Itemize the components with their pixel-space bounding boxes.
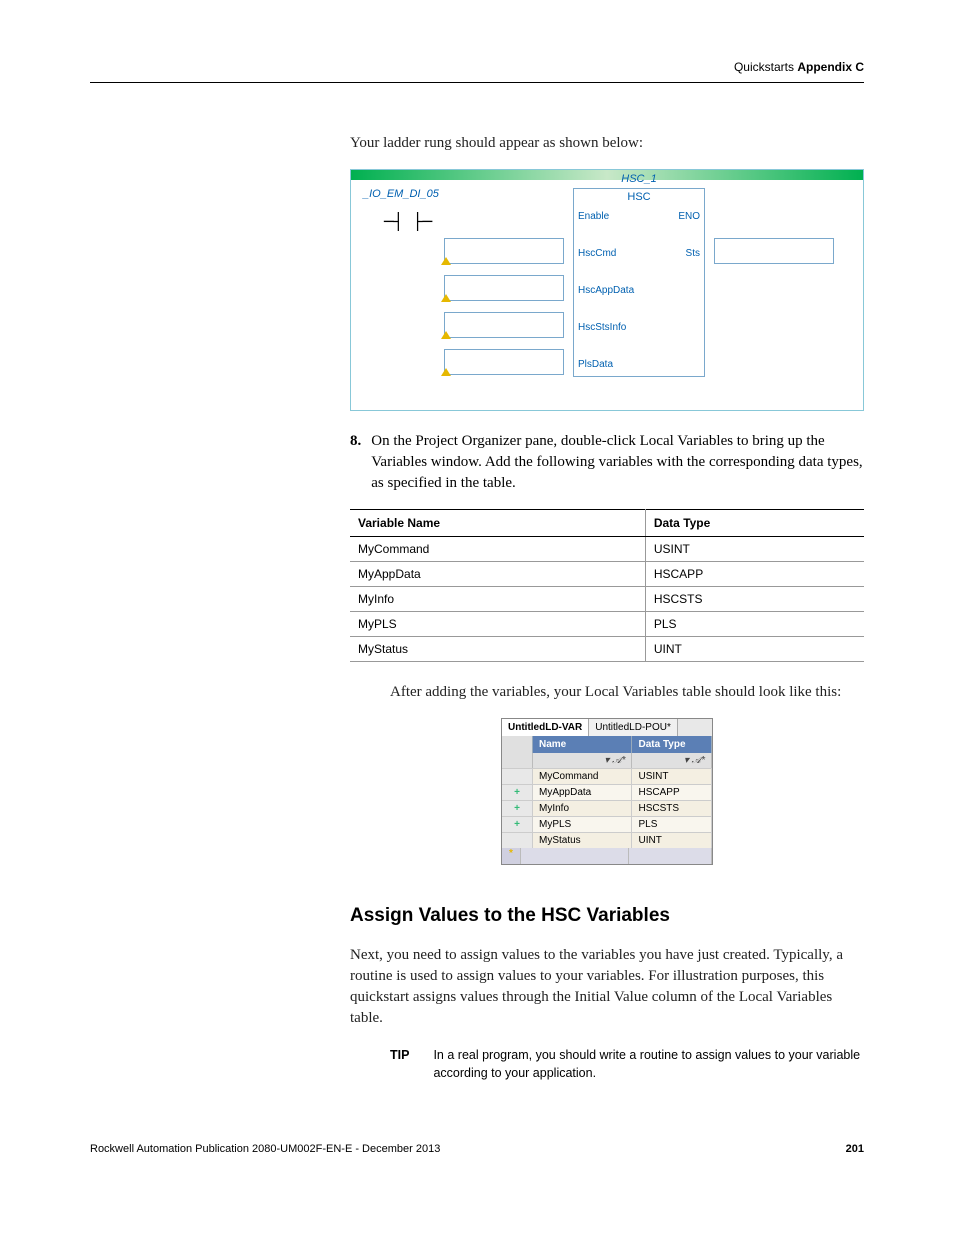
lv-row[interactable]: MyStatus UINT <box>502 832 712 848</box>
new-row-icon[interactable]: * <box>502 848 521 864</box>
tab-pou[interactable]: UntitledLD-POU* <box>589 719 678 736</box>
intro-text: Your ladder rung should appear as shown … <box>350 133 864 154</box>
section-heading: Assign Values to the HSC Variables <box>350 905 864 927</box>
lv-row[interactable]: + MyInfo HSCSTS <box>502 800 712 816</box>
header-appendix: Appendix C <box>797 60 864 74</box>
pin-plsdata: PlsData <box>578 359 613 370</box>
step-number: 8. <box>350 431 361 494</box>
fb-instance-name: HSC_1 <box>574 173 704 185</box>
variables-table: Variable Name Data Type MyCommandUSINT M… <box>350 509 864 662</box>
table-row: MyAppDataHSCAPP <box>350 562 864 587</box>
function-block: HSC_1 HSC Enable ENO HscCmd Sts <box>573 188 705 377</box>
footer-publication: Rockwell Automation Publication 2080-UM0… <box>90 1143 440 1155</box>
th-varname: Variable Name <box>350 510 645 537</box>
page-footer: Rockwell Automation Publication 2080-UM0… <box>90 1143 864 1155</box>
expand-icon <box>502 769 533 784</box>
footer-page-number: 201 <box>846 1143 864 1155</box>
pin-hscstsinfo: HscStsInfo <box>578 322 626 333</box>
th-datatype: Data Type <box>645 510 864 537</box>
filter-datatype[interactable]: ▾ 𝒜* <box>632 753 712 768</box>
page-header: Quickstarts Appendix C <box>90 60 864 83</box>
fb-type-name: HSC <box>574 189 704 205</box>
ladder-figure: _IO_EM_DI_05 ─┤ ├─ HSC_1 HSC Enable ENO <box>350 169 864 411</box>
contact-symbol: ─┤ ├─ <box>363 212 453 231</box>
pin-sts: Sts <box>686 248 700 259</box>
table-row: MyCommandUSINT <box>350 537 864 562</box>
pin-eno: ENO <box>678 211 700 222</box>
warn-icon <box>441 257 451 265</box>
header-section: Quickstarts <box>734 60 794 74</box>
pin-enable: Enable <box>578 211 609 222</box>
after-text: After adding the variables, your Local V… <box>390 682 864 703</box>
table-row: MyStatusUINT <box>350 637 864 662</box>
local-vars-figure: UntitledLD-VAR UntitledLD-POU* Name Data… <box>501 718 713 865</box>
tab-var[interactable]: UntitledLD-VAR <box>502 719 589 736</box>
col-name[interactable]: Name <box>533 736 632 753</box>
filter-name[interactable]: ▾ 𝒜* <box>533 753 632 768</box>
table-row: MyInfoHSCSTS <box>350 587 864 612</box>
contact-label: _IO_EM_DI_05 <box>363 188 453 200</box>
expand-icon[interactable]: + <box>502 801 533 816</box>
tip-label: TIP <box>390 1047 409 1082</box>
col-datatype[interactable]: Data Type <box>632 736 712 753</box>
warn-icon <box>441 331 451 339</box>
tip-text: In a real program, you should write a ro… <box>433 1047 864 1082</box>
lv-row[interactable]: + MyPLS PLS <box>502 816 712 832</box>
table-row: MyPLSPLS <box>350 612 864 637</box>
contact-block: _IO_EM_DI_05 ─┤ ├─ <box>363 188 453 231</box>
warn-icon <box>441 294 451 302</box>
pin-hscappdata: HscAppData <box>578 285 634 296</box>
step-8: 8. On the Project Organizer pane, double… <box>350 431 864 494</box>
warn-icon <box>441 368 451 376</box>
section-body: Next, you need to assign values to the v… <box>350 945 864 1029</box>
pin-hsccmd: HscCmd <box>578 248 616 259</box>
expand-icon <box>502 833 533 848</box>
step-text: On the Project Organizer pane, double-cl… <box>371 431 864 494</box>
expand-icon[interactable]: + <box>502 817 533 832</box>
expand-icon[interactable]: + <box>502 785 533 800</box>
lv-row[interactable]: MyCommand USINT <box>502 768 712 784</box>
tip-block: TIP In a real program, you should write … <box>350 1047 864 1082</box>
lv-row[interactable]: + MyAppData HSCAPP <box>502 784 712 800</box>
